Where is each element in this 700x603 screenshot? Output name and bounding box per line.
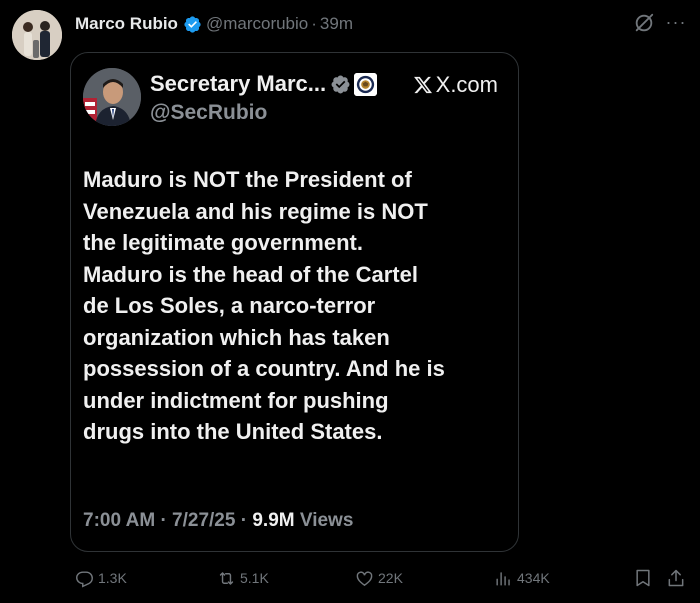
source-label: X.com	[435, 72, 498, 97]
grok-icon[interactable]	[633, 12, 655, 34]
more-icon[interactable]: ···	[664, 10, 688, 34]
like-button[interactable]: 22K	[355, 566, 403, 590]
embed-author-avatar[interactable]	[83, 68, 141, 126]
views-count: 434K	[517, 570, 550, 586]
embed-views-label: Views	[299, 510, 354, 531]
reply-count: 1.3K	[98, 570, 127, 586]
embed-author-name[interactable]: Secretary Marc...	[150, 71, 326, 97]
post-timestamp[interactable]: 39m	[320, 14, 353, 34]
author-avatar[interactable]	[12, 10, 62, 60]
verified-badge-icon	[331, 75, 350, 93]
embed-avatar-photo	[83, 68, 141, 126]
embed-author-row: Secretary Marc...	[150, 69, 378, 99]
verified-badge-icon	[184, 15, 201, 33]
repost-button[interactable]: 5.1K	[217, 566, 269, 590]
embed-meta: 7:00 AM · 7/27/25 · 9.9M Views	[83, 510, 353, 532]
author-handle[interactable]: @marcorubio	[206, 14, 308, 34]
embed-views-count: 9.9M	[252, 510, 295, 531]
header-separator: ·	[311, 14, 317, 33]
reply-button[interactable]: 1.3K	[75, 566, 127, 590]
post-header: Marco Rubio @marcorubio · 39m	[75, 11, 353, 37]
heart-icon	[356, 570, 373, 586]
author-name[interactable]: Marco Rubio	[75, 14, 178, 34]
embed-date[interactable]: 7/27/25	[172, 510, 235, 531]
action-bar: 1.3K 5.1K 22K 434K	[0, 566, 700, 590]
quoted-post-card[interactable]: Secretary Marc... X.com @SecRubio Maduro…	[70, 52, 519, 552]
repost-count: 5.1K	[240, 570, 269, 586]
x-logo-icon	[413, 76, 432, 94]
avatar-photo	[12, 10, 62, 60]
state-department-seal-icon	[354, 72, 378, 96]
quoted-post-text: Maduro is NOT the President of Venezuela…	[83, 167, 445, 444]
views-button[interactable]: 434K	[494, 566, 550, 590]
analytics-icon	[496, 571, 510, 586]
source-link[interactable]: X.com	[413, 70, 498, 100]
share-icon[interactable]	[666, 568, 686, 588]
bookmark-icon[interactable]	[633, 568, 653, 588]
like-count: 22K	[378, 570, 403, 586]
reply-icon	[76, 570, 93, 588]
meta-separator: ·	[160, 510, 167, 531]
meta-separator: ·	[240, 510, 248, 531]
repost-icon	[219, 571, 234, 585]
embed-author-handle[interactable]: @SecRubio	[150, 101, 267, 125]
embed-time[interactable]: 7:00 AM	[83, 510, 155, 531]
